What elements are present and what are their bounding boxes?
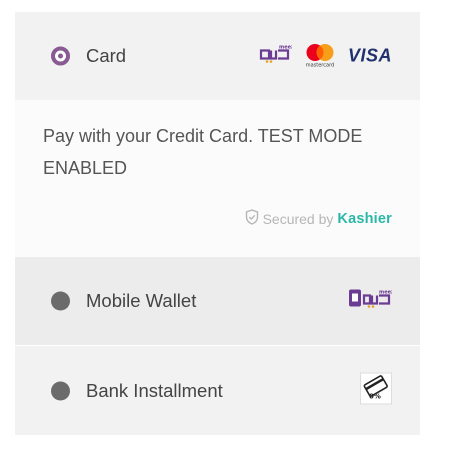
mastercard-logo: mastercard xyxy=(305,44,335,69)
card-description-text: Pay with your Credit Card. TEST MODE ENA… xyxy=(43,126,363,178)
bank-installment-logos: 0% xyxy=(360,372,392,409)
secured-by-text: Secured by xyxy=(262,210,334,227)
meeza-logo: meeza xyxy=(259,43,297,70)
payment-option-card[interactable]: Card meeza xyxy=(15,12,420,100)
card-radio-button[interactable] xyxy=(51,46,70,66)
bank-installment-radio-button[interactable] xyxy=(51,381,70,400)
installment-card-logo: 0% xyxy=(360,372,392,409)
svg-text:0%: 0% xyxy=(369,392,381,400)
payment-methods-panel: Card meeza xyxy=(15,12,420,435)
bank-installment-label[interactable]: Bank Installment xyxy=(86,380,223,402)
mobile-wallet-radio-button[interactable] xyxy=(51,291,70,311)
card-logos: meeza mastercard VISA xyxy=(259,43,392,70)
visa-logo: VISA xyxy=(347,45,392,66)
kashier-brand-text: Kashier xyxy=(337,210,392,227)
card-description-box: Pay with your Credit Card. TEST MODE ENA… xyxy=(15,100,420,257)
mobile-wallet-logos: meeza xyxy=(348,288,397,315)
card-label[interactable]: Card xyxy=(86,45,126,67)
payment-option-mobile-wallet[interactable]: Mobile Wallet meeza xyxy=(15,257,420,345)
payment-option-bank-installment[interactable]: Bank Installment 0% xyxy=(15,346,420,435)
meeza-wallet-logo: meeza xyxy=(348,288,397,315)
secured-by-badge: Secured by Kashier xyxy=(245,209,392,228)
shield-check-icon xyxy=(245,209,259,228)
mobile-wallet-label[interactable]: Mobile Wallet xyxy=(86,290,196,312)
mastercard-text: mastercard xyxy=(305,62,335,69)
